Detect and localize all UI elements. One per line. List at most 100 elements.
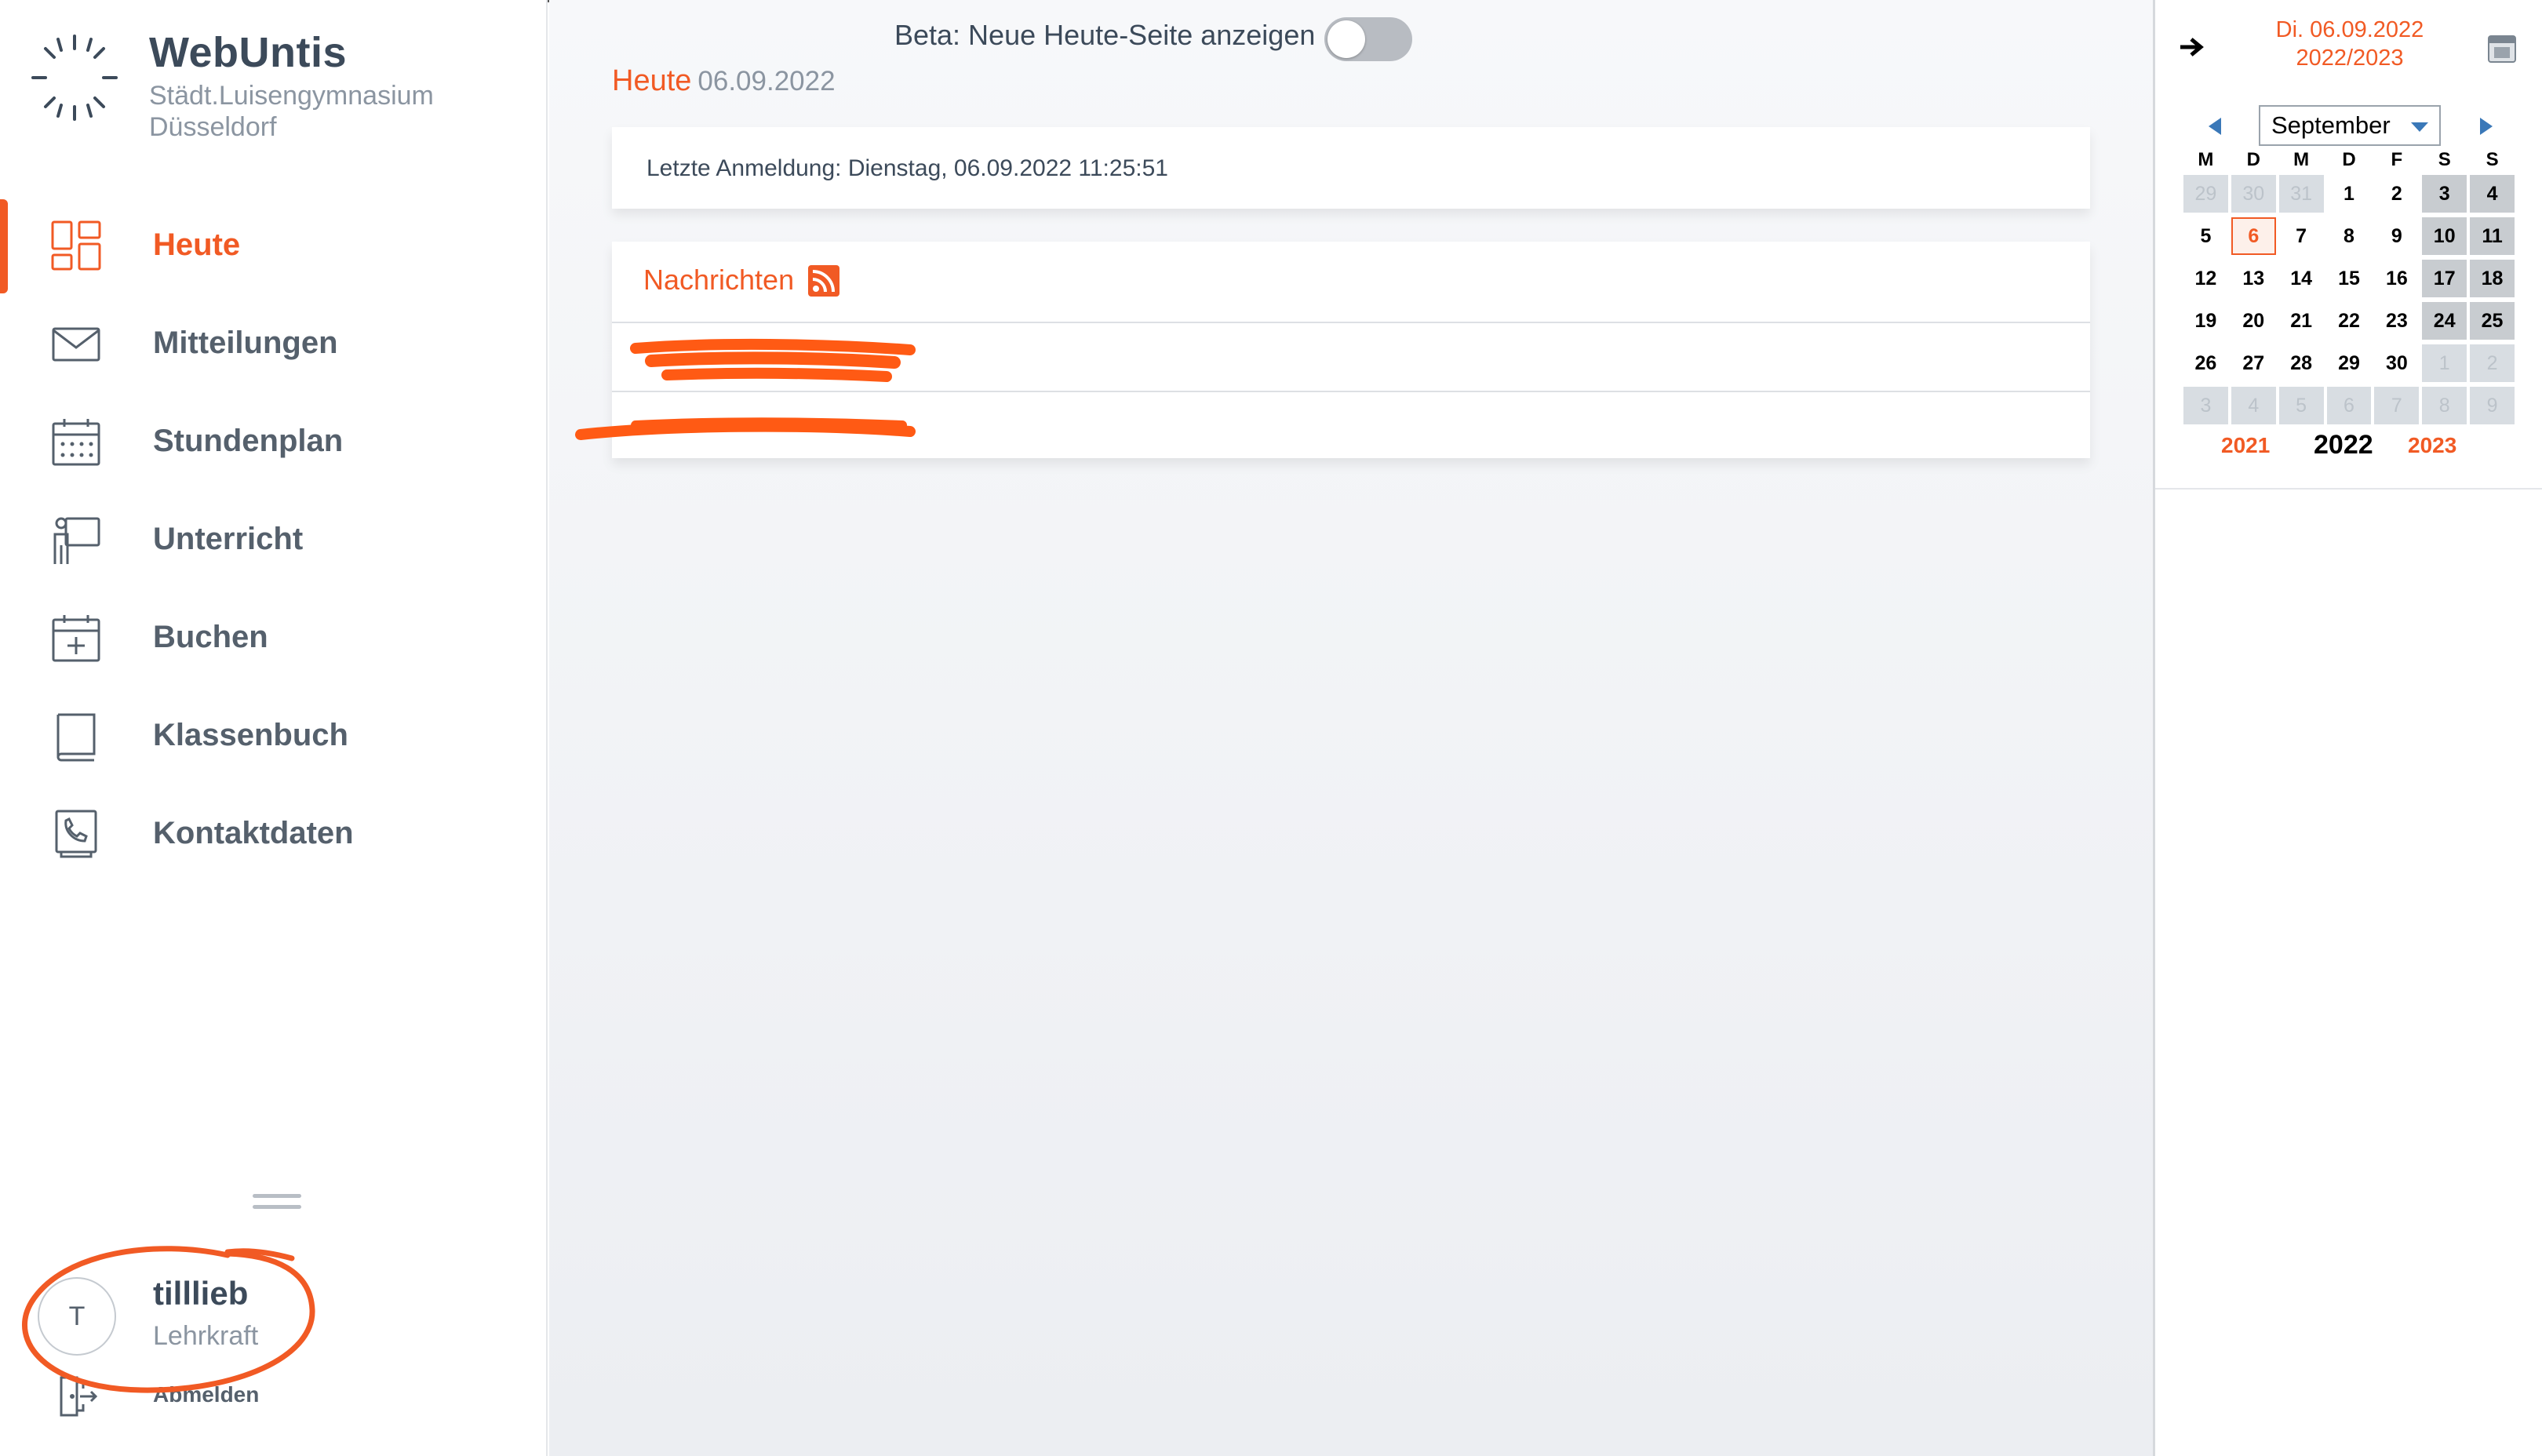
logout-icon <box>60 1376 98 1417</box>
nav-label: Klassenbuch <box>153 718 348 752</box>
weekday-label: S <box>2486 149 2499 170</box>
calendar-day[interactable]: 11 <box>2470 217 2515 255</box>
calendar-grid: M D M D F S S 29 30 31 1 2 3 4 5 6 7 8 9… <box>2182 149 2516 427</box>
calendar-day[interactable]: 31 <box>2278 175 2324 213</box>
nav-item-buchen[interactable]: Buchen <box>0 588 548 686</box>
calendar-day[interactable]: 29 <box>2183 175 2228 213</box>
school-name: Städt.Luisengymnasium Düsseldorf <box>149 81 434 142</box>
calendar-day-today[interactable]: 6 <box>2231 217 2276 255</box>
calendar-day[interactable]: 8 <box>2327 217 2372 255</box>
calendar-day[interactable]: 7 <box>2279 217 2324 255</box>
nav-item-stundenplan[interactable]: Stundenplan <box>0 392 548 490</box>
calendar-day[interactable]: 19 <box>2183 302 2228 340</box>
calendar-day[interactable]: 23 <box>2374 302 2419 340</box>
nav-label: Buchen <box>153 620 268 654</box>
divider <box>2155 488 2542 490</box>
weekday-label: F <box>2391 149 2403 170</box>
calendar-day[interactable]: 10 <box>2422 217 2467 255</box>
calendar-day[interactable]: 29 <box>2327 344 2372 382</box>
calendar-grid-icon <box>52 419 100 466</box>
calendar-day[interactable]: 8 <box>2422 387 2467 424</box>
nav-label: Kontaktdaten <box>153 816 354 850</box>
avatar[interactable]: T <box>38 1277 116 1356</box>
beta-toggle-switch[interactable] <box>1324 17 1412 61</box>
calendar-day[interactable]: 16 <box>2374 260 2419 297</box>
last-login-text: Letzte Anmeldung: Dienstag, 06.09.2022 1… <box>646 155 1168 181</box>
calendar-day[interactable]: 26 <box>2183 344 2228 382</box>
page-date: 06.09.2022 <box>697 66 836 96</box>
calendar-day[interactable]: 9 <box>2374 217 2419 255</box>
year-next-link[interactable]: 2023 <box>2408 433 2456 458</box>
calendar-day[interactable]: 14 <box>2279 260 2324 297</box>
calendar-day[interactable]: 12 <box>2183 260 2228 297</box>
teacher-board-icon <box>53 517 100 564</box>
calendar-day[interactable]: 3 <box>2422 175 2467 213</box>
contact-phone-icon <box>55 810 97 858</box>
calendar-day[interactable]: 5 <box>2278 387 2324 424</box>
calendar-panel: Di. 06.09.2022 2022/2023 September M D M… <box>2153 0 2542 1456</box>
rss-feed-icon[interactable] <box>808 265 839 297</box>
main-content: Beta: Neue Heute-Seite anzeigen Heute 06.… <box>549 0 2153 1456</box>
calendar-day[interactable]: 24 <box>2422 302 2467 340</box>
weekday-label: M <box>2293 149 2310 170</box>
webuntis-logo-icon <box>31 35 118 121</box>
last-login-card: Letzte Anmeldung: Dienstag, 06.09.2022 1… <box>612 127 2090 209</box>
calendar-week: 19 20 21 22 23 24 25 <box>2182 300 2516 342</box>
nav-item-mitteilungen[interactable]: Mitteilungen <box>0 294 548 392</box>
calendar-day[interactable]: 27 <box>2231 344 2276 382</box>
month-prev-icon[interactable] <box>2204 115 2226 138</box>
calendar-weekday-header: M D M D F S S <box>2182 149 2516 173</box>
nav-item-kontaktdaten[interactable]: Kontaktdaten <box>0 784 548 883</box>
nav-item-heute[interactable]: Heute <box>0 196 548 294</box>
calendar-day[interactable]: 22 <box>2327 302 2372 340</box>
calendar-week: 12 13 14 15 16 17 18 <box>2182 257 2516 300</box>
news-title: Nachrichten <box>643 264 795 296</box>
main-nav: Heute Mitteilungen Stundenplan Unterrich… <box>0 196 548 883</box>
current-date: Di. 06.09.2022 <box>2275 17 2424 42</box>
year-prev-link[interactable]: 2021 <box>2221 433 2270 458</box>
calendar-day[interactable]: 2 <box>2470 344 2515 382</box>
calendar-day[interactable]: 1 <box>2327 175 2372 213</box>
page-title-text: Heute <box>612 64 692 97</box>
nav-label: Unterricht <box>153 522 304 556</box>
nav-item-klassenbuch[interactable]: Klassenbuch <box>0 686 548 784</box>
nav-label: Stundenplan <box>153 424 344 458</box>
logout-label: Abmelden <box>153 1382 260 1407</box>
calendar-day[interactable]: 25 <box>2470 302 2515 340</box>
news-item[interactable] <box>612 391 2090 458</box>
month-select-value: September <box>2271 111 2391 139</box>
year-current: 2022 <box>2314 430 2373 460</box>
calendar-day[interactable]: 4 <box>2231 387 2276 424</box>
calendar-day[interactable]: 2 <box>2374 175 2419 213</box>
year-selector: 2021 2022 2023 <box>2182 430 2516 468</box>
calendar-day[interactable]: 28 <box>2279 344 2324 382</box>
calendar-day[interactable]: 9 <box>2470 387 2515 424</box>
calendar-day[interactable]: 18 <box>2470 260 2515 297</box>
calendar-day[interactable]: 17 <box>2422 260 2467 297</box>
sidebar-resize-handle[interactable] <box>253 1194 301 1214</box>
nav-item-unterricht[interactable]: Unterricht <box>0 490 548 588</box>
calendar-day[interactable]: 30 <box>2231 175 2276 213</box>
month-select[interactable]: September <box>2259 105 2441 146</box>
calendar-day[interactable]: 30 <box>2374 344 2419 382</box>
news-item[interactable] <box>612 322 2090 389</box>
calendar-day[interactable]: 20 <box>2231 302 2276 340</box>
calendar-day[interactable]: 4 <box>2470 175 2515 213</box>
calendar-day[interactable]: 7 <box>2374 387 2420 424</box>
logout-button[interactable]: Abmelden <box>47 1373 361 1420</box>
calendar-day[interactable]: 6 <box>2326 387 2372 424</box>
calendar-week: 5 6 7 8 9 10 11 <box>2182 215 2516 257</box>
calendar-day[interactable]: 1 <box>2422 344 2467 382</box>
nav-label: Heute <box>153 228 241 262</box>
calendar-day[interactable]: 5 <box>2183 217 2228 255</box>
calendar-day[interactable]: 13 <box>2231 260 2276 297</box>
envelope-icon <box>52 327 100 362</box>
calendar-icon[interactable] <box>2486 31 2518 64</box>
calendar-day[interactable]: 21 <box>2279 302 2324 340</box>
calendar-day[interactable]: 3 <box>2183 387 2228 424</box>
month-next-icon[interactable] <box>2475 115 2497 138</box>
calendar-day[interactable]: 15 <box>2327 260 2372 297</box>
calendar-week: 29 30 31 1 2 3 4 <box>2182 173 2516 215</box>
user-name[interactable]: tilllieb <box>153 1275 248 1312</box>
page-title: Heute 06.09.2022 <box>612 64 836 98</box>
